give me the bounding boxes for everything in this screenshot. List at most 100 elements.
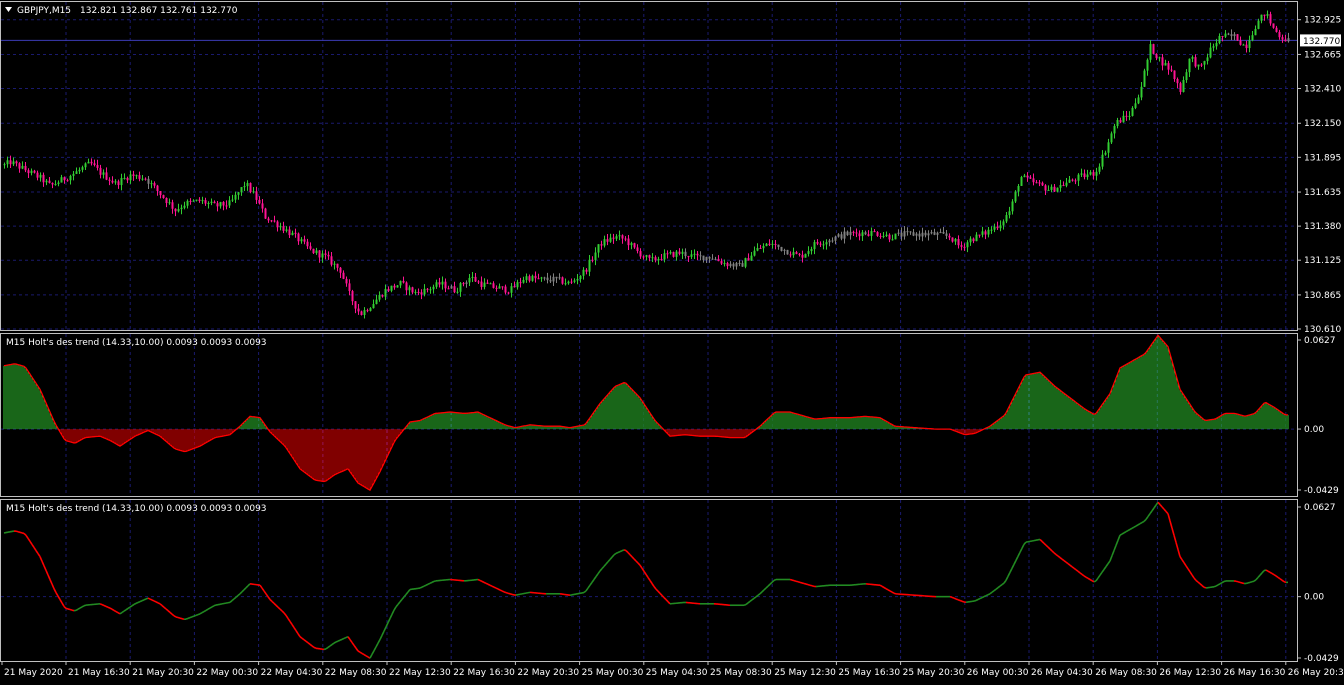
trend-line-segment: [70, 610, 72, 611]
trend-line-segment: [490, 585, 492, 586]
trend-line-segment: [798, 582, 800, 583]
candle-body: [1261, 15, 1263, 21]
candle-body: [1174, 71, 1176, 79]
trend-line-segment: [810, 585, 812, 586]
candle-body: [985, 231, 987, 234]
candle-body: [1240, 41, 1242, 45]
candle-body: [1237, 34, 1239, 40]
candle-body: [1156, 54, 1158, 58]
candle-body: [1267, 14, 1269, 16]
trend-line-segment: [196, 615, 198, 616]
candle-body: [1117, 120, 1119, 126]
candle-body: [259, 200, 261, 204]
candle-body: [484, 283, 486, 287]
candle-body: [256, 191, 258, 200]
candle-body: [382, 295, 384, 297]
candle-body: [1210, 48, 1212, 58]
candle-body: [553, 277, 555, 282]
candle-body: [628, 239, 630, 246]
candle-body: [700, 255, 702, 256]
candle-body: [805, 254, 807, 258]
candle-body: [823, 244, 825, 245]
candle-body: [1222, 36, 1224, 37]
candle-body: [307, 242, 309, 247]
candle-body: [754, 251, 756, 256]
candle-body: [586, 270, 588, 272]
candle-body: [148, 179, 150, 184]
candle-body: [916, 234, 918, 236]
candle-body: [997, 227, 999, 229]
candle-body: [295, 233, 297, 234]
candle-body: [196, 200, 198, 201]
candle-body: [97, 165, 99, 168]
candle-body: [151, 183, 153, 184]
candle-body: [22, 166, 24, 169]
candle-body: [928, 233, 930, 235]
trend-line-segment: [1138, 524, 1140, 525]
candle-body: [793, 252, 795, 255]
candle-body: [1099, 167, 1101, 172]
candle-body: [43, 175, 45, 182]
candle-body: [376, 300, 378, 304]
candle-body: [604, 239, 606, 245]
chart-canvas[interactable]: 132.925132.665132.410132.150131.895131.6…: [0, 0, 1344, 682]
candle-body: [229, 200, 231, 205]
x-tick-label: 26 May 04:30: [1031, 668, 1093, 678]
candle-body: [13, 161, 15, 164]
trend-line-segment: [1216, 585, 1218, 586]
trend-line-segment: [1250, 582, 1252, 583]
candle-body: [133, 174, 135, 176]
candle-body: [541, 277, 543, 278]
candle-body: [1030, 177, 1032, 178]
candle-body: [697, 254, 699, 255]
chart-window[interactable]: 132.925132.665132.410132.150131.895131.6…: [0, 0, 1344, 682]
trend-line-segment: [150, 599, 152, 600]
candle-body: [322, 253, 324, 257]
x-tick-label: 21 May 20:30: [132, 668, 194, 678]
candle-body: [910, 231, 912, 232]
candle-body: [748, 258, 750, 261]
candle-body: [1273, 23, 1275, 27]
candle-body: [871, 231, 873, 236]
candle-body: [862, 232, 864, 236]
trend-line-segment: [1090, 579, 1092, 580]
trend-line-segment: [110, 608, 112, 609]
candle-body: [1096, 172, 1098, 176]
trend-line-segment: [952, 597, 954, 598]
trend-line-segment: [792, 580, 794, 581]
candle-body: [445, 282, 447, 289]
candle-body: [349, 283, 351, 291]
candle-body: [1057, 188, 1059, 192]
candle-body: [142, 179, 144, 180]
candle-body: [493, 283, 495, 288]
trend-line-segment: [68, 609, 70, 610]
y-tick-label: 0.0627: [1304, 336, 1336, 346]
candle-body: [469, 278, 471, 282]
trend-line-segment: [100, 604, 102, 605]
candle-body: [1252, 35, 1254, 40]
candle-body: [268, 219, 270, 221]
candle-body: [1060, 185, 1062, 188]
candle-body: [370, 308, 372, 311]
trend-line-segment: [336, 641, 338, 642]
candle-body: [1159, 57, 1161, 58]
trend-line-segment: [340, 639, 342, 640]
trend-line-segment: [1242, 583, 1244, 584]
candle-body: [598, 244, 600, 252]
candle-body: [1051, 187, 1053, 190]
candle-body: [1201, 65, 1203, 66]
candle-body: [451, 286, 453, 288]
candle-body: [1177, 79, 1179, 83]
candle-body: [316, 250, 318, 253]
candle-body: [202, 200, 204, 201]
trend-line-segment: [512, 594, 514, 595]
trend-line-segment: [894, 593, 896, 594]
candle-body: [1258, 21, 1260, 29]
candle-body: [1228, 34, 1230, 35]
trend-line-segment: [136, 602, 138, 603]
candle-body: [1165, 63, 1167, 65]
x-tick-label: 25 May 16:30: [838, 668, 900, 678]
trend-line-segment: [114, 610, 116, 611]
candle-body: [355, 301, 357, 308]
trend-line-segment: [144, 599, 146, 600]
